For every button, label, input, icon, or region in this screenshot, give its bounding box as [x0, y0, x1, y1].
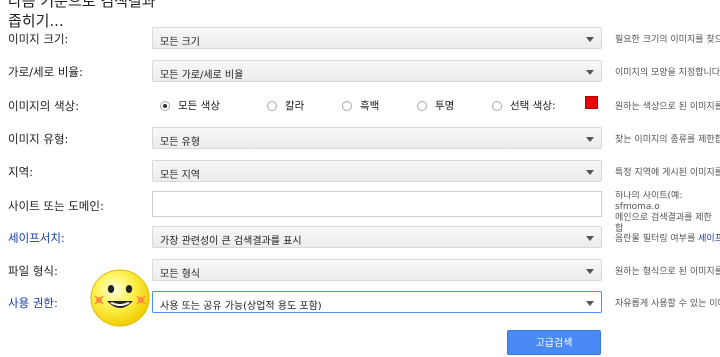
select-file-type-value: 모든 형식: [160, 269, 200, 280]
label-file-type: 파일 형식:: [8, 264, 58, 278]
row-aspect-ratio: 가로/세로 비율: 모든 가로/세로 비율 이미지의 모양을 지정합니다: [0, 60, 720, 84]
radio-full-color[interactable]: 칼라: [267, 98, 304, 113]
radio-unchecked-icon: [417, 101, 427, 111]
select-aspect-ratio[interactable]: 모든 가로/세로 비율: [152, 60, 602, 82]
select-usage-rights-value: 사용 또는 공유 가능(상업적 용도 포함): [160, 301, 322, 312]
radio-unchecked-icon: [267, 101, 277, 111]
hint-safesearch-link[interactable]: 세이프: [698, 234, 720, 244]
select-region-value: 모든 지역: [160, 170, 200, 181]
hint-usage-rights: 자유롭게 사용할 수 있는 이미: [615, 299, 720, 309]
caret-down-icon: [586, 37, 594, 42]
caret-down-icon: [586, 137, 594, 142]
hint-image-type: 찾는 이미지의 종류를 제한합: [615, 135, 720, 145]
select-region[interactable]: 모든 지역: [152, 160, 602, 182]
smiling-face-sticker-icon: [90, 269, 150, 327]
hint-site-domain-line1: 하나의 사이트(예: sfmoma.o: [615, 191, 683, 212]
site-domain-input[interactable]: [152, 191, 602, 217]
select-image-size-value: 모든 크기: [160, 37, 200, 48]
caret-down-icon: [586, 170, 594, 175]
caret-down-icon: [586, 301, 594, 306]
row-region: 지역: 모든 지역 특정 지역에 게시된 이미지를: [0, 160, 720, 184]
caret-down-icon: [586, 236, 594, 241]
label-safesearch[interactable]: 세이프서치:: [8, 230, 65, 246]
select-image-size[interactable]: 모든 크기: [152, 27, 602, 49]
hint-safesearch: 음란물 필터링 여부를 세이프: [615, 231, 720, 244]
color-swatch[interactable]: [585, 96, 598, 109]
radio-transparent-label: 투명: [435, 100, 455, 112]
select-file-type[interactable]: 모든 형식: [152, 259, 602, 281]
radio-transparent[interactable]: 투명: [417, 98, 454, 113]
row-image-color: 이미지의 색상: 모든 색상 칼라 흑백 투명 선택 색상: 원하는 색상으로 …: [0, 94, 720, 118]
radio-black-white-label: 흑백: [360, 100, 380, 112]
caret-down-icon: [586, 70, 594, 75]
radio-specific-color[interactable]: 선택 색상:: [492, 98, 556, 113]
label-site-domain: 사이트 또는 도메인:: [8, 199, 104, 213]
radio-checked-icon: [160, 101, 170, 111]
hint-file-type: 원하는 형식으로 된 이미지를: [615, 267, 720, 277]
label-image-type: 이미지 유형:: [8, 132, 69, 146]
select-aspect-ratio-value: 모든 가로/세로 비율: [160, 70, 244, 81]
radio-black-white[interactable]: 흑백: [342, 98, 379, 113]
radio-unchecked-icon: [492, 101, 502, 111]
row-image-type: 이미지 유형: 모든 유형 찾는 이미지의 종류를 제한합: [0, 127, 720, 151]
hint-region: 특정 지역에 게시된 이미지를: [615, 168, 720, 178]
row-site-domain: 사이트 또는 도메인: 하나의 사이트(예: sfmoma.o 메인으로 검색결…: [0, 191, 720, 234]
row-safesearch: 세이프서치: 가장 관련성이 큰 검색결과를 표시 음란물 필터링 여부를 세이…: [0, 226, 720, 250]
label-image-color: 이미지의 색상:: [8, 99, 80, 113]
caret-down-icon: [586, 269, 594, 274]
label-aspect-ratio: 가로/세로 비율:: [8, 65, 83, 79]
label-image-size: 이미지 크기:: [8, 32, 69, 46]
hint-safesearch-text: 음란물 필터링 여부를: [615, 234, 699, 244]
row-image-size: 이미지 크기: 모든 크기 필요한 크기의 이미지를 찾으: [0, 27, 720, 51]
radio-unchecked-icon: [342, 101, 352, 111]
radio-full-color-label: 칼라: [285, 100, 305, 112]
select-image-type[interactable]: 모든 유형: [152, 127, 602, 149]
select-usage-rights[interactable]: 사용 또는 공유 가능(상업적 용도 포함): [152, 291, 602, 313]
select-safesearch-value: 가장 관련성이 큰 검색결과를 표시: [160, 236, 302, 247]
advanced-search-button[interactable]: 고급검색: [507, 330, 601, 355]
select-safesearch[interactable]: 가장 관련성이 큰 검색결과를 표시: [152, 226, 602, 248]
label-region: 지역:: [8, 165, 34, 179]
radio-any-color-label: 모든 색상: [178, 100, 220, 112]
radio-specific-color-label: 선택 색상:: [510, 100, 556, 112]
select-image-type-value: 모든 유형: [160, 137, 200, 148]
hint-image-color: 원하는 색상으로 된 이미지를: [615, 102, 720, 112]
radio-any-color[interactable]: 모든 색상: [160, 98, 220, 113]
hint-image-size: 필요한 크기의 이미지를 찾으: [615, 35, 720, 45]
hint-aspect-ratio: 이미지의 모양을 지정합니다: [615, 68, 720, 78]
label-usage-rights[interactable]: 사용 권한:: [8, 295, 58, 311]
